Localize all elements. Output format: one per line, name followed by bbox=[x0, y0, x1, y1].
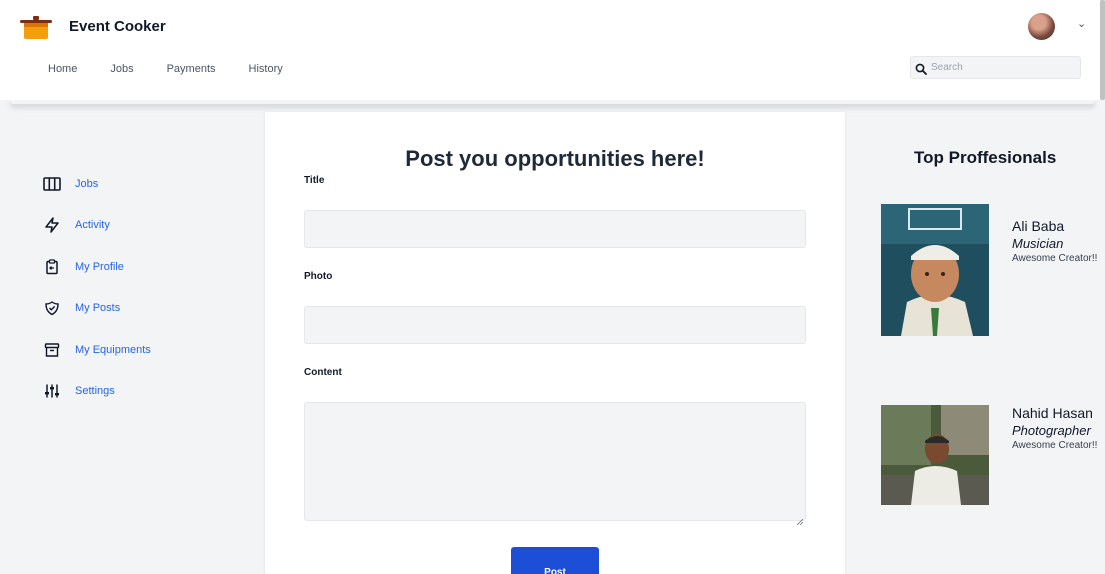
professional-name: Nahid Hasan bbox=[1012, 405, 1093, 421]
title-label: Title bbox=[304, 175, 325, 186]
top-header: Event Cooker Home Jobs Payments History … bbox=[0, 0, 1105, 100]
main-nav: Home Jobs Payments History bbox=[48, 63, 316, 75]
sidebar-item-settings[interactable]: Settings bbox=[43, 381, 151, 402]
nav-payments[interactable]: Payments bbox=[167, 63, 216, 75]
post-button[interactable]: Post bbox=[511, 547, 599, 574]
shield-check-icon bbox=[43, 299, 61, 317]
sidebar-item-label: Settings bbox=[75, 385, 115, 397]
professional-role: Musician bbox=[1012, 236, 1064, 251]
user-avatar[interactable] bbox=[1028, 13, 1055, 40]
columns-icon bbox=[43, 175, 61, 193]
photo-label: Photo bbox=[304, 271, 333, 282]
professional-name: Ali Baba bbox=[1012, 218, 1065, 234]
sidebar-item-my-profile[interactable]: My Profile bbox=[43, 256, 151, 277]
sidebar-item-my-posts[interactable]: My Posts bbox=[43, 298, 151, 319]
profile-clipboard-icon bbox=[43, 258, 61, 276]
nav-home[interactable]: Home bbox=[48, 63, 77, 75]
professional-photo[interactable] bbox=[881, 204, 989, 336]
app-name[interactable]: Event Cooker bbox=[69, 18, 166, 35]
nav-jobs[interactable]: Jobs bbox=[110, 63, 133, 75]
sliders-icon bbox=[43, 382, 61, 400]
page-title: Post you opportunities here! bbox=[405, 146, 705, 171]
cooking-pot-icon bbox=[18, 14, 54, 40]
professional-description: Awesome Creator!! bbox=[1012, 253, 1098, 264]
professional-info: Nahid Hasan Photographer Awesome Creator… bbox=[1012, 405, 1105, 452]
professional-card[interactable]: Nahid Hasan Photographer Awesome Creator… bbox=[881, 405, 1097, 505]
sidebar-item-label: My Posts bbox=[75, 302, 121, 314]
search-input[interactable] bbox=[931, 62, 1071, 73]
header-divider bbox=[10, 96, 1095, 104]
chevron-down-icon[interactable]: ⌄ bbox=[1077, 17, 1086, 30]
sidebar-item-label: Activity bbox=[75, 219, 110, 231]
sidebar-item-label: My Equipments bbox=[75, 343, 151, 356]
sidebar: Jobs Activity My Profile My Posts My Equ… bbox=[43, 173, 151, 422]
search-icon bbox=[915, 62, 927, 75]
professional-info: Ali Baba Musician Awesome Creator!! bbox=[1012, 218, 1105, 265]
title-field[interactable] bbox=[304, 210, 806, 248]
sidebar-item-activity[interactable]: Activity bbox=[43, 215, 151, 236]
brand[interactable] bbox=[18, 14, 54, 40]
professional-card[interactable]: Ali Baba Musician Awesome Creator!! bbox=[881, 204, 1097, 336]
archive-icon bbox=[43, 341, 61, 359]
post-form-card: Post you opportunities here! Title Photo… bbox=[265, 112, 845, 574]
sidebar-item-jobs[interactable]: Jobs bbox=[43, 173, 151, 194]
sidebar-item-my-equipments[interactable]: My Equipments bbox=[43, 339, 151, 360]
sidebar-item-label: My Profile bbox=[75, 260, 124, 273]
sidebar-item-label: Jobs bbox=[75, 177, 99, 190]
professional-description: Awesome Creator!! bbox=[1012, 440, 1098, 451]
content-textarea[interactable] bbox=[304, 402, 806, 526]
photo-field[interactable] bbox=[304, 306, 806, 344]
professional-role: Photographer bbox=[1012, 423, 1091, 438]
activity-icon bbox=[43, 216, 61, 234]
scrollbar-thumb[interactable] bbox=[1100, 0, 1105, 100]
resize-grip-icon[interactable] bbox=[796, 512, 804, 526]
nav-history[interactable]: History bbox=[249, 63, 283, 75]
search-box bbox=[910, 56, 1081, 79]
page-scrollbar[interactable] bbox=[1100, 0, 1105, 574]
professional-photo[interactable] bbox=[881, 405, 989, 505]
top-professionals-heading: Top Proffesionals bbox=[914, 148, 1057, 167]
content-label: Content bbox=[304, 367, 342, 378]
